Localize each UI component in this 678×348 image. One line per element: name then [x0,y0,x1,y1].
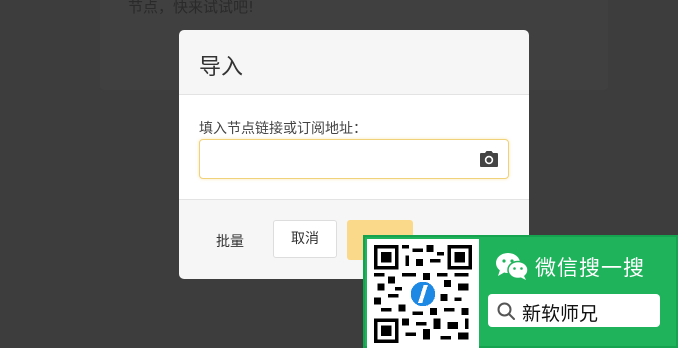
cancel-button[interactable]: 取消 [273,220,337,258]
promo-title: 微信搜一搜 [535,256,645,280]
batch-button[interactable]: 批量 [216,231,244,251]
wechat-icon [496,253,529,280]
qr-code-icon [374,245,472,343]
dialog-title: 导入 [199,55,244,80]
promo-search-text: 新软师兄 [522,303,599,325]
qr-code-frame [367,239,479,348]
background-text: 节点，快来试试吧! [128,0,255,16]
dialog-header: 导入 [179,30,529,95]
link-field-label: 填入节点链接或订阅地址： [199,121,367,137]
camera-icon[interactable] [479,150,499,168]
promo-search-box: 新软师兄 [488,294,660,327]
dialog-body: 填入节点链接或订阅地址： [179,95,529,200]
link-input[interactable] [208,144,472,174]
search-icon [497,302,515,320]
wechat-promo-banner: 微信搜一搜 新软师兄 [363,235,678,348]
link-input-box[interactable] [199,139,509,179]
